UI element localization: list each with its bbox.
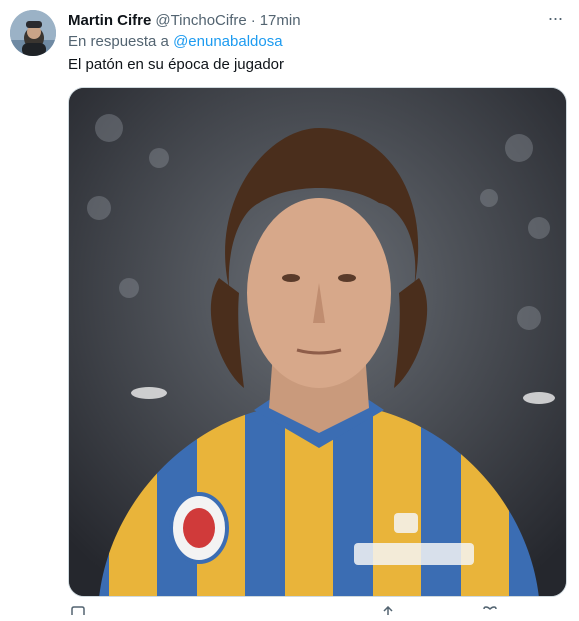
- tweet-photo[interactable]: [68, 87, 567, 597]
- tweet-header: Martin Cifre @TinchoCifre · 17min: [68, 10, 559, 30]
- share-icon[interactable]: [380, 603, 396, 615]
- like-icon[interactable]: [482, 603, 498, 613]
- tweet[interactable]: Martin Cifre @TinchoCifre · 17min ··· En…: [0, 0, 579, 615]
- reply-context: En respuesta a @enunabaldosa: [68, 33, 283, 50]
- tweet-actions: [68, 603, 567, 615]
- more-icon[interactable]: ···: [545, 8, 565, 28]
- tweet-time[interactable]: 17min: [260, 12, 301, 29]
- reply-icon[interactable]: [70, 603, 86, 615]
- avatar[interactable]: [10, 10, 56, 56]
- more-glyph: ···: [547, 7, 564, 28]
- author-handle[interactable]: @TinchoCifre: [155, 12, 246, 29]
- tweet-text: El patón en su época de jugador: [68, 56, 284, 73]
- author-name[interactable]: Martin Cifre: [68, 12, 151, 29]
- separator-dot: ·: [250, 11, 256, 29]
- reply-prefix: En respuesta a: [68, 33, 169, 50]
- reply-to-link[interactable]: @enunabaldosa: [173, 33, 282, 50]
